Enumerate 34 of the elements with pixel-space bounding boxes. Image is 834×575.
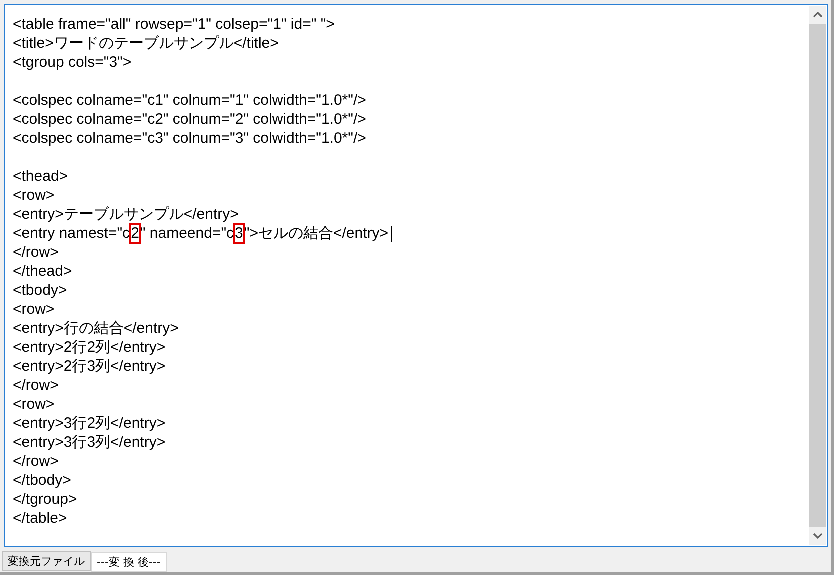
code-line: </thead> [13, 262, 72, 281]
code-line: <entry>2行2列</entry> [13, 338, 166, 357]
code-line: </row> [13, 452, 59, 471]
scroll-up-icon[interactable] [812, 12, 822, 18]
code-line: <colspec colname="c3" colnum="3" colwidth="1.0*"/> [13, 129, 366, 148]
code-text: <entry namest="c [13, 224, 130, 243]
scroll-down-icon[interactable] [812, 533, 822, 539]
code-line: <entry>行の結合</entry> [13, 319, 179, 338]
code-line: <entry>2行3列</entry> [13, 357, 166, 376]
code-line: <entry>3行3列</entry> [13, 433, 166, 452]
tab[interactable]: 変換元ファイル [2, 551, 91, 571]
code-line: </row> [13, 243, 59, 262]
text-editor[interactable] [4, 4, 828, 547]
code-text: " nameend="c [140, 224, 234, 243]
code-line: </tbody> [13, 471, 72, 490]
code-line: <row> [13, 395, 55, 414]
code-line: <row> [13, 186, 55, 205]
code-line: <entry>テーブルサンプル</entry> [13, 205, 239, 224]
tab[interactable]: ---変 換 後--- [91, 552, 167, 572]
code-line: <colspec colname="c1" colnum="1" colwidth="1.0*"/> [13, 91, 366, 110]
code-line: <entry>3行2列</entry> [13, 414, 166, 433]
code-line: <title>ワードのテーブルサンプル</title> [13, 34, 279, 53]
code-line: <table frame="all" rowsep="1" colsep="1" id=" "> [13, 15, 335, 34]
code-line: <colspec colname="c2" colnum="2" colwidth="1.0*"/> [13, 110, 366, 129]
code-line: </tgroup> [13, 490, 78, 509]
code-line: <thead> [13, 167, 68, 186]
code-line: <tbody> [13, 281, 68, 300]
code-line: <tgroup cols="3"> [13, 53, 132, 72]
code-text: ">セルの結合</entry> [244, 224, 389, 243]
highlighted-text: 2 [130, 224, 140, 243]
code-line: </table> [13, 509, 68, 528]
code-line: <row> [13, 300, 55, 319]
code-line: </row> [13, 376, 59, 395]
highlighted-text: 3 [234, 224, 244, 243]
